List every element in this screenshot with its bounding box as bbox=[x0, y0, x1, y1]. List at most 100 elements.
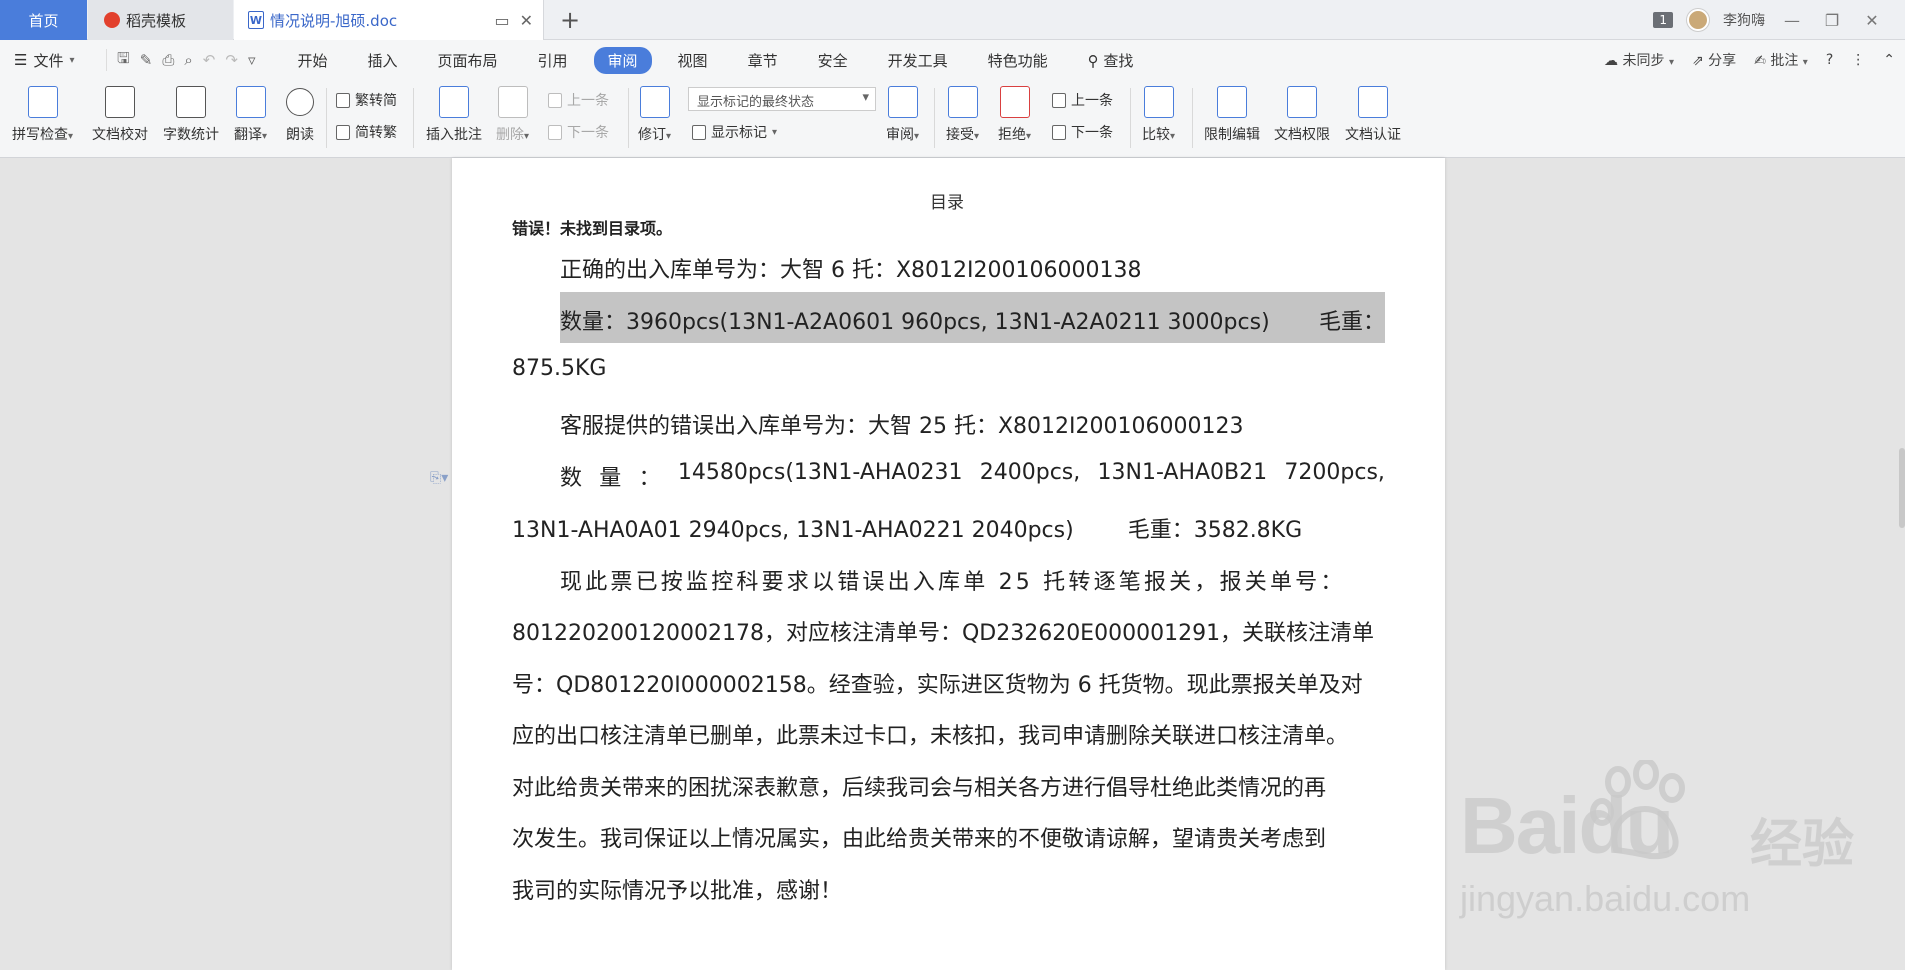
annotate-icon: ✍ bbox=[1754, 53, 1766, 69]
text-line-2a: 数量：3960pcs(13N1-A2A0601 960pcs, 13N1-A2A… bbox=[560, 310, 1270, 335]
review-pane-label: 审阅 bbox=[886, 127, 914, 143]
text-line-5-p5: 13N1-AHA0B21 bbox=[1097, 460, 1268, 485]
delete-comment-label: 删除 bbox=[496, 127, 524, 143]
next-comment-button[interactable]: 下一条 bbox=[548, 122, 609, 142]
title-right-group: 1 李狗嗨 — ❐ ✕ bbox=[1653, 0, 1905, 40]
doc-certify-label: 文档认证 bbox=[1345, 127, 1401, 143]
read-aloud-button[interactable]: 朗读 bbox=[286, 86, 314, 144]
tab-developer[interactable]: 开发工具 bbox=[874, 47, 962, 74]
restore-icon[interactable]: ❐ bbox=[1819, 11, 1845, 30]
text-line-5-p4: 2400pcs, bbox=[979, 460, 1081, 485]
user-name[interactable]: 李狗嗨 bbox=[1723, 10, 1765, 30]
prev-change-button[interactable]: 上一条 bbox=[1052, 90, 1113, 110]
help-icon[interactable]: ? bbox=[1826, 52, 1833, 68]
print-icon[interactable]: ⎙ bbox=[162, 51, 174, 69]
tab-start[interactable]: 开始 bbox=[283, 47, 341, 74]
scrollbar[interactable] bbox=[1899, 448, 1905, 528]
show-markup-button[interactable]: 显示标记 ▾ bbox=[692, 122, 777, 142]
new-tab-button[interactable]: + bbox=[560, 6, 580, 34]
text-line-5-p3: 14580pcs(13N1-AHA0231 bbox=[677, 460, 963, 485]
prev-comment-label: 上一条 bbox=[567, 93, 609, 109]
tab-templates[interactable]: 稻壳模板 bbox=[88, 0, 233, 40]
translate-button[interactable]: 翻译▾ bbox=[234, 86, 267, 144]
simp-to-trad-button[interactable]: 简转繁 bbox=[336, 122, 397, 142]
compare-label: 比较 bbox=[1142, 127, 1170, 143]
text-line-2b: 毛重： bbox=[1318, 310, 1385, 335]
minimize-icon[interactable]: — bbox=[1779, 11, 1805, 30]
collapse-ribbon-icon[interactable]: ⌃ bbox=[1883, 52, 1895, 68]
restrict-edit-button[interactable]: 限制编辑 bbox=[1204, 86, 1260, 144]
doc-permission-button[interactable]: 文档权限 bbox=[1274, 86, 1330, 144]
prev-comment-button[interactable]: 上一条 bbox=[548, 90, 609, 110]
watermark-url: jingyan.baidu.com bbox=[1460, 878, 1751, 919]
doc-proof-icon bbox=[105, 86, 135, 118]
tab-page-layout[interactable]: 页面布局 bbox=[424, 47, 512, 74]
chevron-down-icon: ▾ bbox=[69, 54, 75, 66]
spell-check-button[interactable]: 拼写检查▾ bbox=[12, 86, 73, 144]
sync-label: 未同步 bbox=[1622, 53, 1665, 69]
window-count-badge[interactable]: 1 bbox=[1653, 12, 1673, 28]
reject-icon bbox=[999, 86, 1030, 118]
toc-title: 目录 bbox=[930, 193, 964, 213]
doc-proof-button[interactable]: 文档校对 bbox=[92, 86, 148, 144]
sync-button[interactable]: ☁ 未同步 ▾ bbox=[1604, 50, 1674, 70]
word-count-button[interactable]: 字数统计 bbox=[163, 86, 219, 144]
trad-to-simp-label: 繁转简 bbox=[355, 93, 397, 109]
file-menu-label: 文件 bbox=[33, 51, 64, 70]
share-button[interactable]: ⇗ 分享 bbox=[1692, 50, 1736, 70]
doc-certify-button[interactable]: 文档认证 bbox=[1345, 86, 1401, 144]
read-aloud-label: 朗读 bbox=[286, 127, 314, 143]
next-comment-icon bbox=[548, 124, 562, 140]
reject-button[interactable]: 拒绝▾ bbox=[998, 86, 1031, 144]
annotate-button[interactable]: ✍ 批注 ▾ bbox=[1754, 50, 1808, 70]
compare-button[interactable]: 比较▾ bbox=[1142, 86, 1175, 144]
close-tab-icon[interactable]: ✕ bbox=[520, 11, 533, 30]
tab-view[interactable]: 视图 bbox=[664, 47, 722, 74]
accept-button[interactable]: 接受▾ bbox=[946, 86, 979, 144]
more-icon[interactable]: ⋮ bbox=[1851, 52, 1865, 68]
text-line-3: 875.5KG bbox=[512, 356, 607, 381]
insert-comment-button[interactable]: 插入批注 bbox=[426, 86, 482, 144]
chevron-down-icon: ▾ bbox=[1802, 57, 1808, 68]
redo-icon[interactable]: ↷ bbox=[225, 51, 238, 69]
paragraph-layout-icon[interactable]: ⎘▾ bbox=[430, 470, 448, 486]
tab-references[interactable]: 引用 bbox=[524, 47, 582, 74]
text-line-12: 次发生。我司保证以上情况属实，由此给贵关带来的不便敬请谅解，望请贵关考虑到 bbox=[512, 827, 1327, 852]
text-line-5-p1: 量 bbox=[599, 466, 622, 491]
save-icon[interactable]: 🖫 bbox=[117, 48, 130, 73]
undo-icon[interactable]: ↶ bbox=[203, 51, 216, 69]
tab-insert[interactable]: 插入 bbox=[353, 47, 411, 74]
delete-comment-button[interactable]: 删除▾ bbox=[496, 86, 529, 144]
search-icon: ⚲ bbox=[1087, 51, 1099, 70]
close-window-icon[interactable]: ✕ bbox=[1859, 11, 1885, 30]
tab-home-label: 首页 bbox=[28, 11, 59, 30]
accept-icon bbox=[947, 86, 978, 118]
text-line-11: 对此给贵关带来的困扰深表歉意，后续我司会与相关各方进行倡导杜绝此类情况的再 bbox=[512, 776, 1327, 801]
search-label: 查找 bbox=[1103, 51, 1134, 70]
cloud-icon: ☁ bbox=[1604, 53, 1619, 69]
file-menu[interactable]: ☰ 文件 ▾ bbox=[0, 50, 102, 71]
trad-to-simp-button[interactable]: 繁转简 bbox=[336, 90, 397, 110]
tab-review[interactable]: 审阅 bbox=[593, 46, 652, 74]
text-line-5-p2: ： bbox=[638, 466, 661, 491]
text-line-5: 数 量 ： 14580pcs(13N1-AHA0231 2400pcs, 13N… bbox=[560, 460, 1385, 492]
chevron-down-icon: ▾ bbox=[772, 126, 778, 138]
tab-features[interactable]: 特色功能 bbox=[974, 47, 1062, 74]
customize-toolbar-icon[interactable]: ▿ bbox=[248, 51, 256, 69]
tab-home[interactable]: 首页 bbox=[0, 0, 87, 40]
track-changes-button[interactable]: 修订▾ bbox=[638, 86, 671, 144]
tab-chapter[interactable]: 章节 bbox=[734, 47, 792, 74]
avatar[interactable] bbox=[1687, 9, 1709, 31]
next-change-button[interactable]: 下一条 bbox=[1052, 122, 1113, 142]
delete-comment-icon bbox=[497, 86, 528, 118]
print-preview-icon[interactable]: ⌕ bbox=[184, 51, 192, 69]
tab-document[interactable]: W 情况说明-旭硕.doc ▭ ✕ bbox=[234, 0, 544, 40]
pin-icon[interactable]: ▭ bbox=[494, 11, 509, 30]
search-menu-item[interactable]: ⚲ 查找 bbox=[1074, 47, 1148, 74]
tab-security[interactable]: 安全 bbox=[804, 47, 862, 74]
watermark-brand-cn: 经验 bbox=[1750, 815, 1855, 875]
translate-icon bbox=[235, 86, 266, 118]
review-pane-button[interactable]: 审阅▾ bbox=[886, 86, 919, 144]
format-painter-icon[interactable]: ✎ bbox=[140, 51, 153, 69]
display-state-select[interactable]: 显示标记的最终状态 bbox=[688, 87, 876, 111]
